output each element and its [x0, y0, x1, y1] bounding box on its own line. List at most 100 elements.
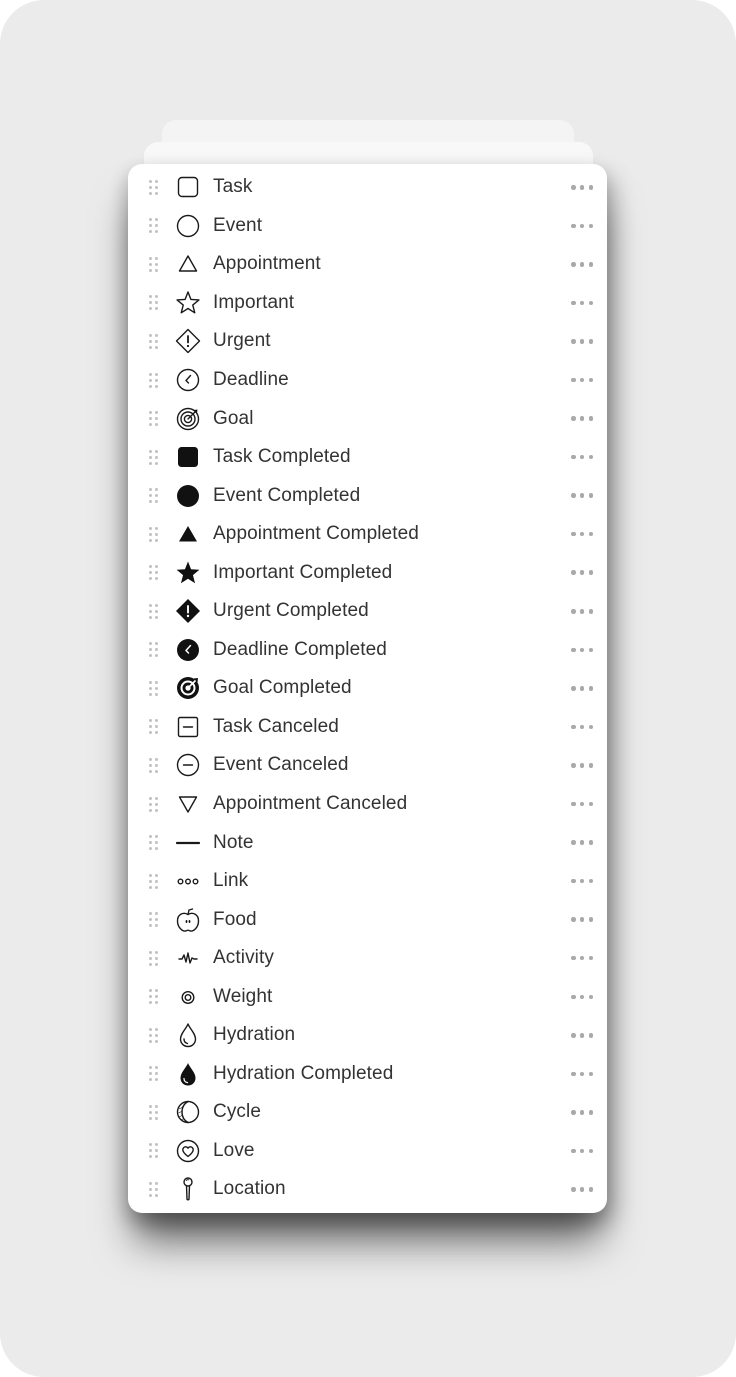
drag-handle-icon[interactable] [149, 719, 158, 735]
list-item[interactable]: Task Canceled [128, 708, 607, 747]
drag-handle-icon[interactable] [149, 796, 158, 812]
drag-handle-icon[interactable] [149, 295, 158, 311]
diamond-exclamation-outline-icon [175, 328, 201, 354]
more-options-icon[interactable] [571, 1105, 593, 1119]
list-item[interactable]: Weight [128, 977, 607, 1016]
more-options-icon[interactable] [571, 758, 593, 772]
drag-handle-icon[interactable] [149, 1066, 158, 1082]
target-filled-icon [175, 675, 201, 701]
list-item[interactable]: Activity [128, 939, 607, 978]
more-options-icon[interactable] [571, 296, 593, 310]
list-item[interactable]: Important [128, 284, 607, 323]
drag-handle-icon[interactable] [149, 372, 158, 388]
more-options-icon[interactable] [571, 836, 593, 850]
drag-handle-icon[interactable] [149, 642, 158, 658]
list-item[interactable]: Hydration [128, 1016, 607, 1055]
list-item[interactable]: Urgent [128, 322, 607, 361]
more-options-icon[interactable] [571, 1028, 593, 1042]
list-item[interactable]: Food [128, 900, 607, 939]
item-label: Food [213, 908, 257, 930]
circle-filled-icon [175, 483, 201, 509]
list-item[interactable]: Important Completed [128, 553, 607, 592]
item-label: Location [213, 1178, 286, 1200]
drag-handle-icon[interactable] [149, 950, 158, 966]
more-options-icon[interactable] [571, 990, 593, 1004]
list-item[interactable]: Appointment Completed [128, 515, 607, 554]
more-options-icon[interactable] [571, 681, 593, 695]
list-item[interactable]: Love [128, 1132, 607, 1171]
drag-handle-icon[interactable] [149, 565, 158, 581]
more-options-icon[interactable] [571, 180, 593, 194]
more-options-icon[interactable] [571, 412, 593, 426]
drag-handle-icon[interactable] [149, 333, 158, 349]
list-item[interactable]: Event Completed [128, 476, 607, 515]
list-item[interactable]: Appointment [128, 245, 607, 284]
list-item[interactable]: Event Canceled [128, 746, 607, 785]
drag-handle-icon[interactable] [149, 873, 158, 889]
more-options-icon[interactable] [571, 604, 593, 618]
list-item[interactable]: Task [128, 168, 607, 207]
list-item[interactable]: Urgent Completed [128, 592, 607, 631]
item-label: Task [213, 176, 253, 198]
more-options-icon[interactable] [571, 1067, 593, 1081]
drag-handle-icon[interactable] [149, 488, 158, 504]
more-options-icon[interactable] [571, 797, 593, 811]
more-options-icon[interactable] [571, 874, 593, 888]
drag-handle-icon[interactable] [149, 411, 158, 427]
drag-handle-icon[interactable] [149, 835, 158, 851]
item-label: Hydration Completed [213, 1062, 394, 1084]
list-item[interactable]: Link [128, 862, 607, 901]
item-label: Task Canceled [213, 715, 339, 737]
more-options-icon[interactable] [571, 450, 593, 464]
list-item[interactable]: Goal Completed [128, 669, 607, 708]
symbol-list: Task Event Appointment Important Urgent Deadl… [128, 168, 607, 1209]
apple-icon [175, 907, 201, 933]
more-options-icon[interactable] [571, 334, 593, 348]
three-rings-icon [175, 868, 201, 894]
more-options-icon[interactable] [571, 373, 593, 387]
item-label: Urgent [213, 330, 271, 352]
list-item[interactable]: Event [128, 207, 607, 246]
drag-handle-icon[interactable] [149, 912, 158, 928]
drag-handle-icon[interactable] [149, 680, 158, 696]
list-item[interactable]: Deadline [128, 361, 607, 400]
more-options-icon[interactable] [571, 527, 593, 541]
drag-handle-icon[interactable] [149, 603, 158, 619]
more-options-icon[interactable] [571, 257, 593, 271]
list-item[interactable]: Deadline Completed [128, 631, 607, 670]
drag-handle-icon[interactable] [149, 1143, 158, 1159]
list-item[interactable]: Goal [128, 399, 607, 438]
item-label: Link [213, 870, 249, 892]
more-options-icon[interactable] [571, 643, 593, 657]
drag-handle-icon[interactable] [149, 1027, 158, 1043]
more-options-icon[interactable] [571, 913, 593, 927]
drag-handle-icon[interactable] [149, 218, 158, 234]
more-options-icon[interactable] [571, 566, 593, 580]
drag-handle-icon[interactable] [149, 179, 158, 195]
item-label: Cycle [213, 1101, 262, 1123]
list-item[interactable]: Cycle [128, 1093, 607, 1132]
drag-handle-icon[interactable] [149, 449, 158, 465]
drag-handle-icon[interactable] [149, 757, 158, 773]
more-options-icon[interactable] [571, 951, 593, 965]
drag-handle-icon[interactable] [149, 1104, 158, 1120]
drag-handle-icon[interactable] [149, 1181, 158, 1197]
circle-minus-icon [175, 752, 201, 778]
item-label: Task Completed [213, 446, 351, 468]
list-item[interactable]: Location [128, 1170, 607, 1209]
drag-handle-icon[interactable] [149, 256, 158, 272]
more-options-icon[interactable] [571, 720, 593, 734]
item-label: Appointment Completed [213, 523, 419, 545]
item-label: Activity [213, 947, 274, 969]
list-item[interactable]: Note [128, 823, 607, 862]
list-item[interactable]: Appointment Canceled [128, 785, 607, 824]
more-options-icon[interactable] [571, 1182, 593, 1196]
drag-handle-icon[interactable] [149, 989, 158, 1005]
list-item[interactable]: Task Completed [128, 438, 607, 477]
more-options-icon[interactable] [571, 219, 593, 233]
item-label: Hydration [213, 1024, 296, 1046]
more-options-icon[interactable] [571, 1144, 593, 1158]
drag-handle-icon[interactable] [149, 526, 158, 542]
more-options-icon[interactable] [571, 489, 593, 503]
list-item[interactable]: Hydration Completed [128, 1055, 607, 1094]
